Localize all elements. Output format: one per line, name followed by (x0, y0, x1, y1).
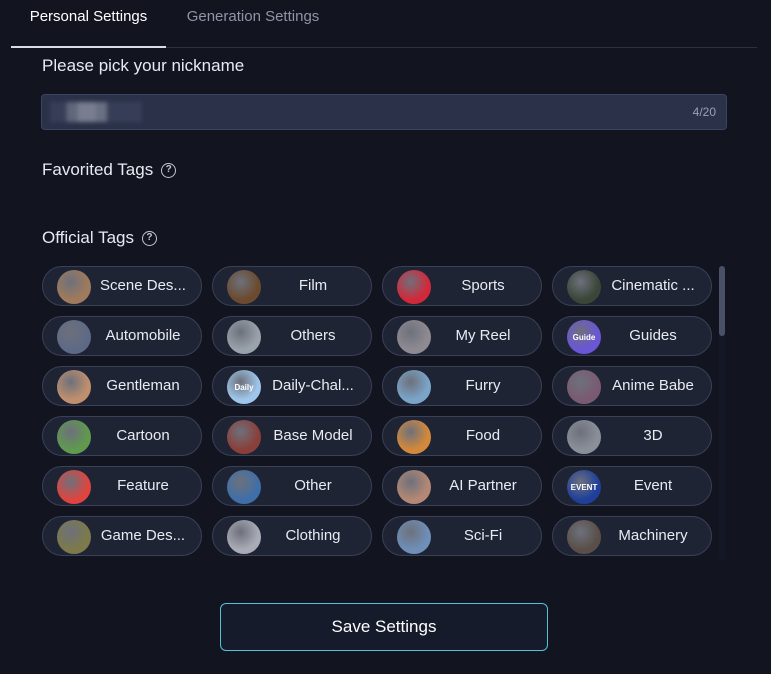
tag-thumbnail (397, 370, 431, 404)
tag-chip[interactable]: Sports (382, 266, 542, 306)
tag-label: Others (290, 327, 336, 344)
tag-thumbnail: EVENT (567, 470, 601, 504)
tag-chip[interactable]: Daily Daily-Chal... (212, 366, 372, 406)
tag-label: Game Des... (100, 527, 186, 544)
tag-label: Cartoon (116, 427, 170, 444)
tag-label: Film (298, 277, 328, 294)
tag-thumbnail (397, 420, 431, 454)
tag-label: AI Partner (449, 477, 517, 494)
tag-label: Machinery (618, 527, 688, 544)
tag-chip[interactable]: Guide Guides (552, 316, 712, 356)
tab-generation-settings[interactable]: Generation Settings (176, 0, 330, 47)
tag-label: Scene Des... (100, 277, 186, 294)
tag-label: Daily-Chal... (272, 377, 354, 394)
tag-thumbnail: Daily (227, 370, 261, 404)
tag-thumbnail (227, 270, 261, 304)
tag-chip[interactable]: Scene Des... (42, 266, 202, 306)
settings-tabs: Personal Settings Generation Settings (11, 0, 757, 48)
tag-chip[interactable]: Feature (42, 466, 202, 506)
tag-chip[interactable]: AI Partner (382, 466, 542, 506)
tag-thumbnail (397, 270, 431, 304)
nickname-field[interactable]: 4/20 (41, 94, 727, 130)
tag-thumbnail (567, 370, 601, 404)
tag-chip[interactable]: Gentleman (42, 366, 202, 406)
tag-chip[interactable]: Machinery (552, 516, 712, 556)
tag-label: Feature (117, 477, 169, 494)
nickname-label-text: Please pick your nickname (42, 56, 245, 75)
tag-thumbnail (57, 370, 91, 404)
tag-label: Guides (629, 327, 677, 344)
tag-chip[interactable]: Film (212, 266, 372, 306)
tag-label: Food (465, 427, 501, 444)
tag-label: My Reel (455, 327, 511, 344)
tag-chip[interactable]: My Reel (382, 316, 542, 356)
tags-scrollbar[interactable] (719, 266, 725, 560)
favorited-tags-label-text: Favorited Tags (42, 160, 154, 179)
tag-label: Sports (461, 277, 505, 294)
tag-chip[interactable]: Food (382, 416, 542, 456)
nickname-char-counter: 4/20 (692, 105, 716, 119)
tag-thumbnail (227, 520, 261, 554)
official-tags-grid: Scene Des... Film Sports Cinematic ... Autom… (42, 266, 712, 560)
tag-thumbnail: Guide (567, 320, 601, 354)
tag-chip[interactable]: Anime Babe (552, 366, 712, 406)
tag-thumbnail (397, 470, 431, 504)
tag-label: Base Model (273, 427, 353, 444)
tag-thumbnail (397, 320, 431, 354)
tag-thumbnail (57, 420, 91, 454)
tag-label: Gentleman (106, 377, 180, 394)
help-icon[interactable]: ? (141, 230, 157, 246)
tag-label: Clothing (285, 527, 341, 544)
tag-thumbnail (57, 520, 91, 554)
tag-chip[interactable]: Sci-Fi (382, 516, 542, 556)
tag-label: 3D (643, 427, 663, 444)
tag-label: Sci-Fi (463, 527, 503, 544)
save-settings-button[interactable]: Save Settings (220, 603, 548, 651)
tag-chip[interactable]: Base Model (212, 416, 372, 456)
tag-chip[interactable]: Others (212, 316, 372, 356)
tag-thumbnail (397, 520, 431, 554)
tag-chip[interactable]: Automobile (42, 316, 202, 356)
tag-thumbnail (57, 270, 91, 304)
tag-thumbnail (227, 320, 261, 354)
tag-chip[interactable]: Clothing (212, 516, 372, 556)
tag-thumbnail (57, 320, 91, 354)
tab-personal-settings[interactable]: Personal Settings (11, 0, 166, 48)
favorited-tags-label: Favorited Tags ? (42, 160, 177, 180)
tag-chip[interactable]: 3D (552, 416, 712, 456)
tag-chip[interactable]: Cinematic ... (552, 266, 712, 306)
tag-thumbnail (567, 520, 601, 554)
tag-thumbnail (567, 270, 601, 304)
nickname-input[interactable] (42, 95, 662, 129)
official-tags-label-text: Official Tags (42, 228, 134, 247)
tags-scroll-thumb[interactable] (719, 266, 725, 336)
tag-label: Anime Babe (612, 377, 694, 394)
tag-label: Other (294, 477, 332, 494)
tag-label: Automobile (105, 327, 181, 344)
tag-chip[interactable]: Other (212, 466, 372, 506)
tag-chip[interactable]: Game Des... (42, 516, 202, 556)
tag-label: Furry (465, 377, 501, 394)
tag-label: Cinematic ... (611, 277, 695, 294)
tag-thumbnail (567, 420, 601, 454)
tag-thumbnail (227, 470, 261, 504)
nickname-label: Please pick your nickname (42, 56, 244, 76)
tag-chip[interactable]: Cartoon (42, 416, 202, 456)
tag-label: Event (633, 477, 673, 494)
tag-chip[interactable]: Furry (382, 366, 542, 406)
tag-thumbnail (57, 470, 91, 504)
tag-thumbnail (227, 420, 261, 454)
tag-chip[interactable]: EVENT Event (552, 466, 712, 506)
help-icon[interactable]: ? (161, 162, 177, 178)
official-tags-label: Official Tags ? (42, 228, 157, 248)
